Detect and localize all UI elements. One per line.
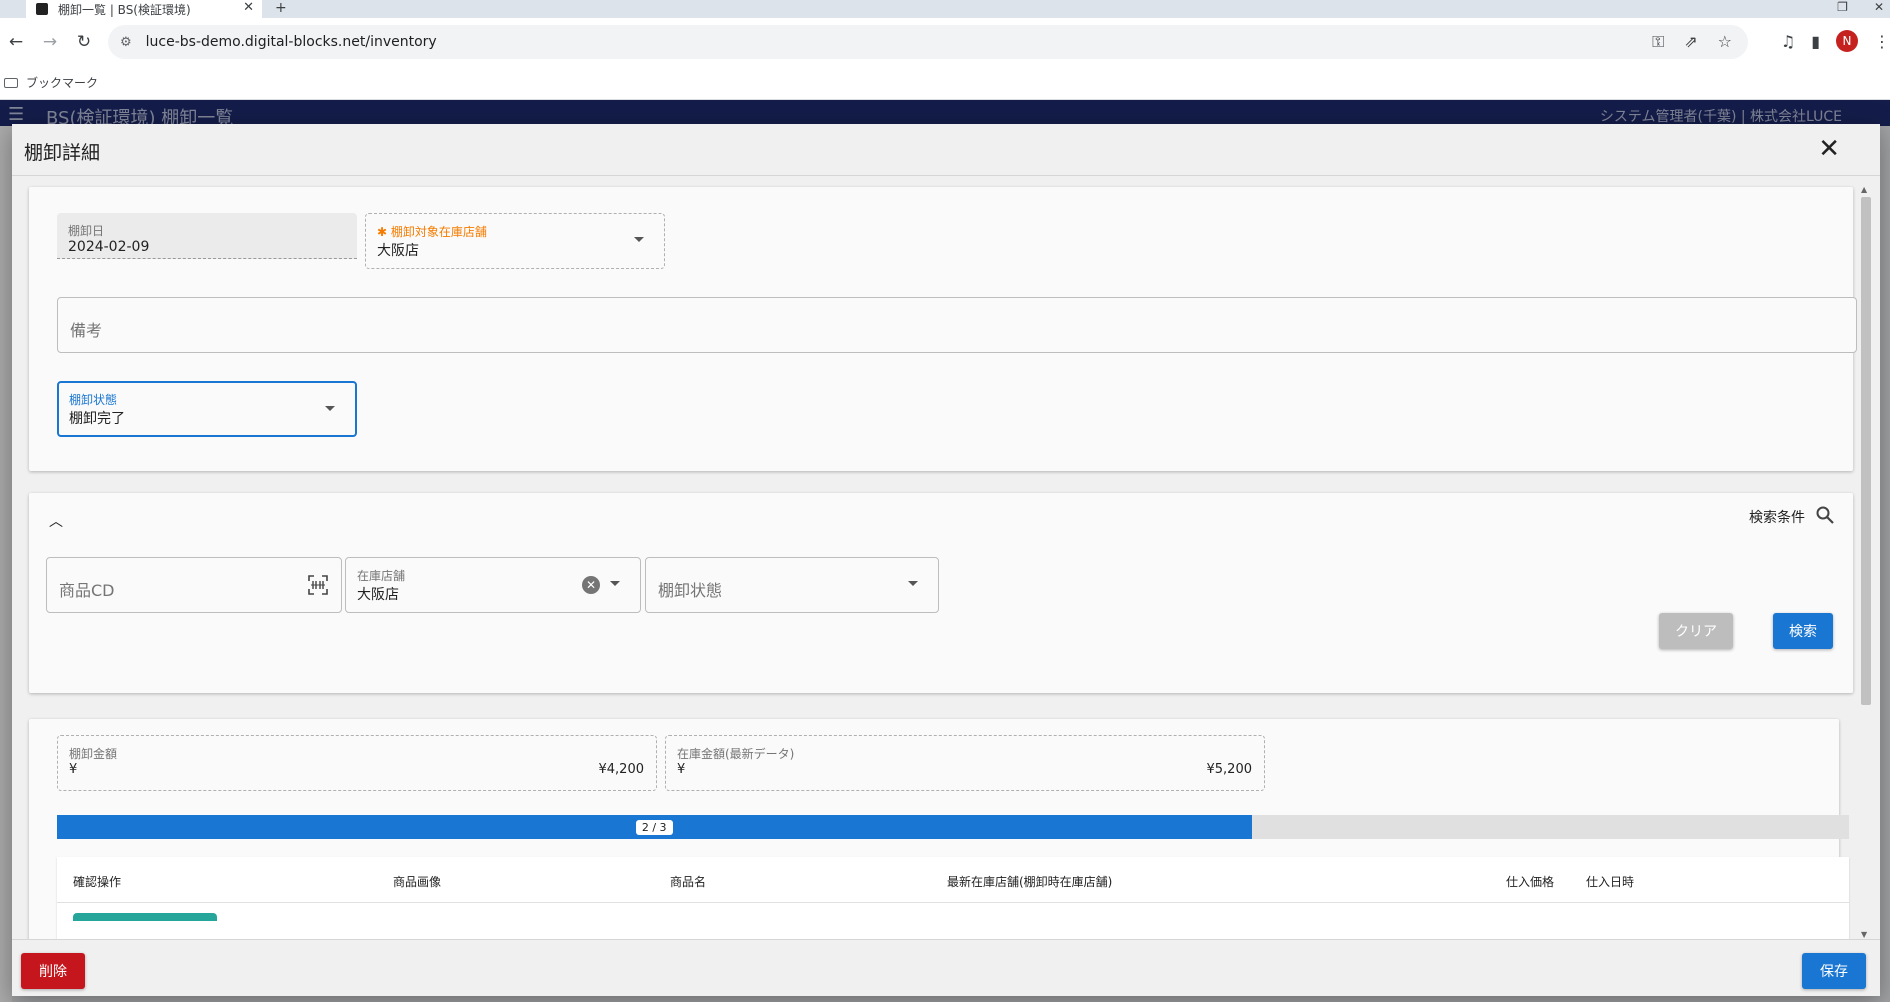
inventory-detail-dialog: 棚卸詳細 ✕ 棚卸日 2024-02-09 ✱ 棚卸対象在庫店舗 大阪店 備考 … [12, 124, 1880, 996]
inventory-store-label: ✱ 棚卸対象在庫店舗 [377, 225, 487, 239]
column-header-purchase-date[interactable]: 仕入日時 [1586, 873, 1634, 890]
scroll-up-icon[interactable]: ▲ [1861, 185, 1867, 194]
note-input[interactable]: 備考 [57, 297, 1857, 353]
address-bar[interactable]: ⚙ luce-bs-demo.digital-blocks.net/invent… [108, 25, 1748, 59]
search-conditions-label: 検索条件 [1749, 510, 1805, 526]
browser-menu-icon[interactable]: ⋮ [1874, 32, 1890, 51]
inventory-form-card: 棚卸日 2024-02-09 ✱ 棚卸対象在庫店舗 大阪店 備考 棚卸状態 棚卸… [29, 187, 1857, 471]
forward-icon[interactable]: → [36, 32, 64, 52]
inventory-amount-field: 棚卸金額 ¥ ¥4,200 [57, 735, 657, 791]
bookmarks-label[interactable]: ブックマーク [26, 74, 98, 91]
column-header-product-name[interactable]: 商品名 [670, 873, 706, 890]
restore-window-icon[interactable]: ❐ [1837, 0, 1848, 14]
product-cd-input[interactable]: 商品CD [46, 557, 342, 613]
search-icon[interactable] [1815, 505, 1835, 529]
stock-amount-label: 在庫金額(最新データ) [677, 747, 795, 761]
site-info-icon[interactable]: ⚙ [120, 35, 132, 50]
address-url: luce-bs-demo.digital-blocks.net/inventor… [145, 34, 437, 50]
chevron-down-icon[interactable] [325, 406, 335, 411]
dialog-header: 棚卸詳細 ✕ [12, 124, 1880, 176]
scrollbar-thumb[interactable] [1861, 197, 1871, 705]
inventory-date-value: 2024-02-09 [68, 239, 150, 255]
close-window-icon[interactable]: ✕ [1874, 0, 1884, 14]
clear-selection-icon[interactable]: ✕ [582, 576, 600, 594]
stock-amount-value: ¥5,200 [1206, 762, 1253, 777]
column-header-purchase-price[interactable]: 仕入価格 [1506, 873, 1554, 890]
dialog-footer: 削除 保存 [12, 939, 1880, 996]
inventory-store-value: 大阪店 [377, 243, 419, 259]
media-icon[interactable]: ♫ [1781, 32, 1795, 51]
reload-icon[interactable]: ↻ [70, 32, 98, 52]
chevron-up-icon[interactable]: ︿ [49, 511, 63, 531]
back-icon[interactable]: ← [2, 32, 30, 52]
chevron-down-icon[interactable] [634, 237, 644, 242]
search-status-select[interactable]: 棚卸状態 [645, 557, 939, 613]
column-header-latest-store[interactable]: 最新在庫店舗(棚卸時在庫店舗) [947, 873, 1112, 890]
scroll-down-icon[interactable]: ▼ [1861, 930, 1867, 939]
inventory-store-label-text: 棚卸対象在庫店舗 [390, 225, 487, 239]
inventory-status-select[interactable]: 棚卸状態 棚卸完了 [57, 381, 357, 437]
inventory-status-label: 棚卸状態 [69, 393, 118, 407]
column-header-image[interactable]: 商品画像 [393, 873, 441, 890]
confirm-button[interactable] [73, 913, 217, 921]
stock-store-label: 在庫店舗 [357, 569, 406, 583]
inventory-store-select[interactable]: ✱ 棚卸対象在庫店舗 大阪店 [365, 213, 665, 269]
close-icon[interactable]: ✕ [1818, 136, 1840, 162]
progress-label: 2 / 3 [635, 820, 673, 835]
bookmark-star-icon[interactable]: ☆ [1718, 32, 1732, 52]
delete-button[interactable]: 削除 [21, 953, 85, 989]
dialog-scrollbar[interactable]: ▲ ▼ [1858, 185, 1872, 939]
key-icon[interactable]: ⚿ [1652, 32, 1664, 52]
inventory-date-label: 棚卸日 [68, 224, 105, 238]
clear-button[interactable]: クリア [1659, 613, 1733, 649]
browser-tab-title: 棚卸一覧 | BS(検証環境) [58, 2, 191, 17]
search-conditions-card: ︿ 検索条件 商品CD 在庫店舗 大阪店 ✕ 棚卸状態 クリア 検索 [29, 493, 1853, 693]
column-header-confirm[interactable]: 確認操作 [73, 873, 121, 890]
inventory-status-value: 棚卸完了 [69, 411, 125, 427]
barcode-scan-icon[interactable] [307, 574, 329, 600]
note-placeholder: 備考 [70, 321, 103, 340]
inventory-progress-bar: 2 / 3 [57, 815, 1849, 839]
inventory-table: 確認操作 商品画像 商品名 最新在庫店舗(棚卸時在庫店舗) 仕入価格 仕入日時 [57, 857, 1849, 939]
chevron-down-icon[interactable] [610, 581, 620, 586]
bookmarks-bar: ブックマーク [0, 66, 1890, 100]
open-external-icon[interactable]: ⇗ [1684, 32, 1697, 52]
window-controls: ❐ ✕ [1837, 0, 1884, 14]
search-button[interactable]: 検索 [1773, 613, 1833, 649]
browser-tabstrip: 棚卸一覧 | BS(検証環境) ✕ + ❐ ✕ [0, 0, 1890, 18]
side-panel-icon[interactable]: ▮ [1811, 32, 1820, 51]
stock-amount-field: 在庫金額(最新データ) ¥ ¥5,200 [665, 735, 1265, 791]
inventory-amount-value: ¥4,200 [598, 762, 645, 777]
inventory-amount-currency: ¥ [69, 762, 78, 777]
new-tab-icon[interactable]: + [275, 0, 287, 16]
dialog-title: 棚卸詳細 [24, 142, 101, 164]
inventory-results-card: 棚卸金額 ¥ ¥4,200 在庫金額(最新データ) ¥ ¥5,200 2 / 3… [29, 719, 1849, 939]
browser-toolbar: ← → ↻ ⚙ luce-bs-demo.digital-blocks.net/… [0, 18, 1890, 66]
toolbar-right: ♫ ▮ N ⋮ [1781, 30, 1890, 52]
stock-store-select[interactable]: 在庫店舗 大阪店 ✕ [345, 557, 641, 613]
profile-avatar[interactable]: N [1836, 30, 1858, 52]
stock-store-value: 大阪店 [357, 587, 399, 603]
tab-close-icon[interactable]: ✕ [243, 0, 254, 15]
product-cd-placeholder: 商品CD [59, 581, 115, 600]
stock-amount-currency: ¥ [677, 762, 686, 777]
dialog-body: 棚卸日 2024-02-09 ✱ 棚卸対象在庫店舗 大阪店 備考 棚卸状態 棚卸… [12, 177, 1880, 939]
chevron-down-icon[interactable] [908, 581, 918, 586]
inventory-amount-label: 棚卸金額 [69, 747, 118, 761]
search-status-placeholder: 棚卸状態 [658, 581, 723, 600]
table-header: 確認操作 商品画像 商品名 最新在庫店舗(棚卸時在庫店舗) 仕入価格 仕入日時 [57, 857, 1849, 903]
folder-icon [4, 77, 18, 88]
favicon-icon [36, 3, 48, 15]
inventory-date-field: 棚卸日 2024-02-09 [57, 213, 357, 259]
omnibox-icons: ⚿ ⇗ ☆ [1652, 32, 1732, 52]
save-button[interactable]: 保存 [1802, 953, 1866, 989]
browser-tab[interactable]: 棚卸一覧 | BS(検証環境) ✕ [26, 0, 262, 18]
